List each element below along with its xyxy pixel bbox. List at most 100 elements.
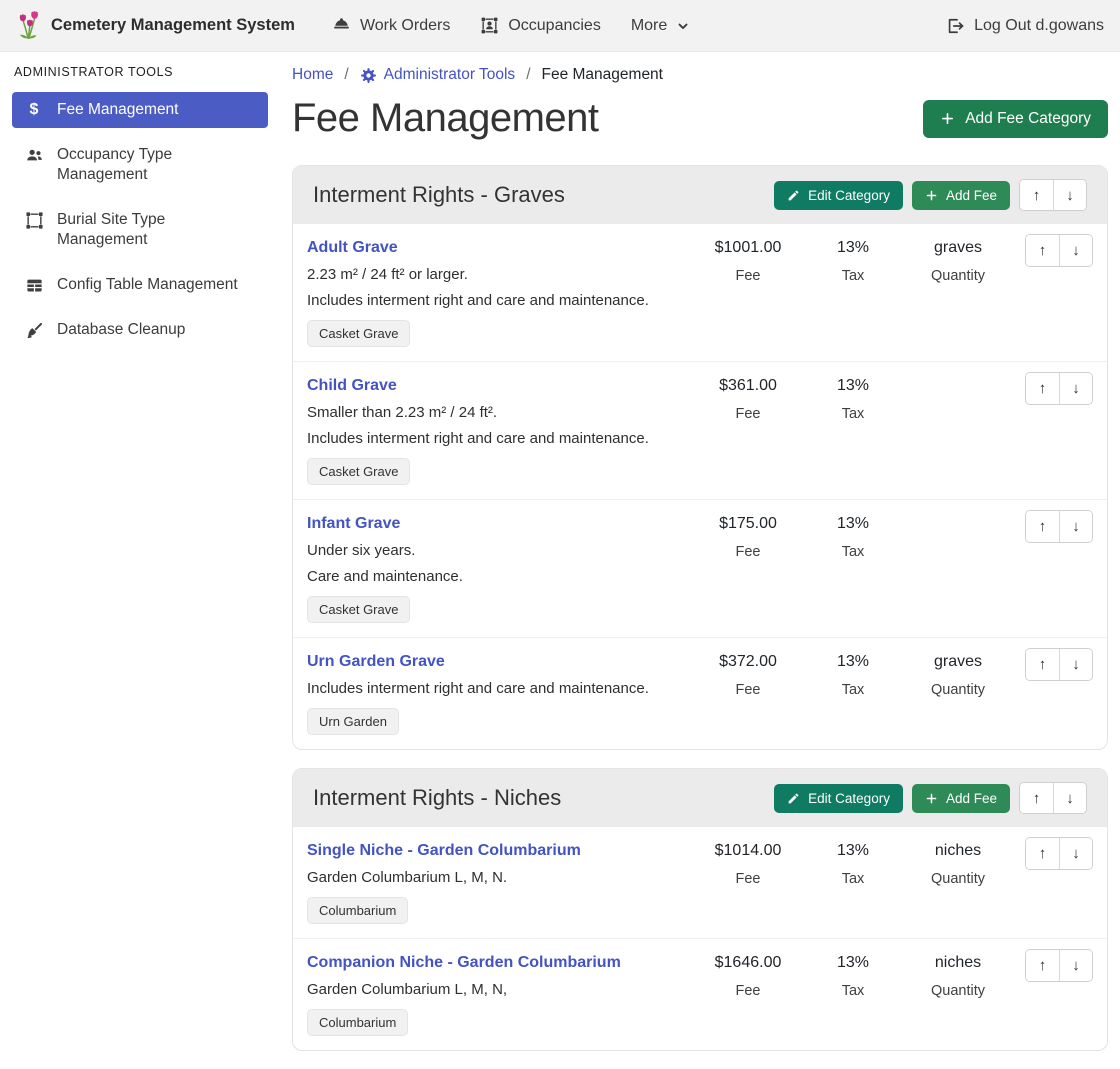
move-category-up-button[interactable]: ↑	[1020, 783, 1053, 813]
brand[interactable]: Cemetery Management System	[16, 11, 295, 41]
tax-value: 13%	[818, 515, 888, 533]
logout-link[interactable]: Log Out d.gowans	[945, 16, 1104, 36]
fee-description: Includes interment right and care and ma…	[307, 430, 682, 447]
broom-icon	[24, 321, 44, 340]
nav-item-more[interactable]: More	[631, 17, 690, 35]
fee-category-card: Interment Rights - Graves Edit Category	[292, 165, 1108, 750]
logout-icon	[945, 16, 965, 36]
sidebar-item-burial-site-type-management[interactable]: Burial Site Type Management	[12, 202, 268, 258]
move-fee-up-button[interactable]: ↑	[1026, 511, 1059, 542]
move-category-down-button[interactable]: ↓	[1053, 783, 1086, 813]
tax-value: 13%	[818, 239, 888, 257]
fee-type-badge: Casket Grave	[307, 596, 410, 623]
sidebar-item-label: Database Cleanup	[57, 320, 185, 340]
sidebar-item-label: Occupancy Type Management	[57, 145, 256, 185]
move-category-down-button[interactable]: ↓	[1053, 180, 1086, 210]
nav-item-occupancies[interactable]: Occupancies	[480, 16, 601, 35]
fee-description: Care and maintenance.	[307, 568, 682, 585]
move-fee-down-button[interactable]: ↓	[1059, 373, 1092, 404]
arrow-down-icon: ↓	[1066, 790, 1074, 807]
nav-item-label: Occupancies	[508, 17, 601, 35]
fee-description: Smaller than 2.23 m² / 24 ft².	[307, 404, 682, 421]
fee-description: Under six years.	[307, 542, 682, 559]
fee-reorder-group: ↑ ↓	[1025, 837, 1093, 870]
fee-name-link[interactable]: Companion Niche - Garden Columbarium	[307, 954, 621, 972]
move-fee-down-button[interactable]: ↓	[1059, 838, 1092, 869]
fee-amount-label: Fee	[688, 544, 808, 560]
breadcrumb-admin-tools-link[interactable]: Administrator Tools	[360, 66, 516, 84]
add-fee-category-button[interactable]: Add Fee Category	[923, 100, 1108, 138]
arrow-up-icon: ↑	[1039, 380, 1047, 397]
move-fee-up-button[interactable]: ↑	[1026, 649, 1059, 680]
fee-reorder-group: ↑ ↓	[1025, 234, 1093, 267]
move-fee-up-button[interactable]: ↑	[1026, 373, 1059, 404]
tax-label: Tax	[818, 871, 888, 887]
plus-icon	[940, 111, 955, 126]
edit-category-label: Edit Category	[808, 188, 890, 203]
sidebar-item-fee-management[interactable]: $ Fee Management	[12, 92, 268, 128]
fee-amount-label: Fee	[688, 406, 808, 422]
fee-name-link[interactable]: Urn Garden Grave	[307, 653, 445, 671]
add-fee-label: Add Fee	[946, 188, 997, 203]
fee-name-link[interactable]: Child Grave	[307, 377, 397, 395]
frame-icon	[24, 211, 44, 230]
move-fee-down-button[interactable]: ↓	[1059, 649, 1092, 680]
move-fee-down-button[interactable]: ↓	[1059, 950, 1092, 981]
edit-category-button[interactable]: Edit Category	[774, 784, 903, 813]
fee-amount-label: Fee	[688, 983, 808, 999]
fee-name-link[interactable]: Adult Grave	[307, 239, 398, 257]
edit-category-button[interactable]: Edit Category	[774, 181, 903, 210]
hard-hat-icon	[332, 16, 351, 35]
fee-amount-label: Fee	[688, 682, 808, 698]
arrow-up-icon: ↑	[1039, 242, 1047, 259]
arrow-down-icon: ↓	[1072, 242, 1080, 259]
fee-amount-column: $372.00 Fee	[688, 653, 808, 698]
add-fee-category-label: Add Fee Category	[965, 110, 1091, 128]
move-category-up-button[interactable]: ↑	[1020, 180, 1053, 210]
move-fee-down-button[interactable]: ↓	[1059, 511, 1092, 542]
tax-value: 13%	[818, 653, 888, 671]
arrow-up-icon: ↑	[1033, 187, 1041, 204]
pencil-icon	[787, 189, 800, 202]
arrow-up-icon: ↑	[1039, 845, 1047, 862]
sidebar-item-database-cleanup[interactable]: Database Cleanup	[12, 312, 268, 348]
add-fee-button[interactable]: Add Fee	[912, 181, 1010, 210]
fee-reorder-group: ↑ ↓	[1025, 372, 1093, 405]
move-fee-down-button[interactable]: ↓	[1059, 235, 1092, 266]
fee-amount-value: $175.00	[688, 515, 808, 533]
fee-type-badge: Urn Garden	[307, 708, 399, 735]
categories: Interment Rights - Graves Edit Category	[292, 165, 1108, 1051]
tax-column: 13% Tax	[818, 653, 888, 698]
nav-item-label: More	[631, 17, 667, 35]
main-content: Home / Administrator Tool	[280, 52, 1120, 1069]
fee-description: Includes interment right and care and ma…	[307, 680, 682, 697]
category-header: Interment Rights - Niches Edit Category	[293, 769, 1107, 827]
quantity-value: graves	[903, 239, 1013, 257]
page-title: Fee Management	[292, 96, 599, 141]
occupancy-frame-icon	[480, 16, 499, 35]
breadcrumb-home-link[interactable]: Home	[292, 66, 333, 84]
fee-amount-column: $1014.00 Fee	[688, 842, 808, 887]
arrow-down-icon: ↓	[1072, 656, 1080, 673]
fee-reorder-group: ↑ ↓	[1025, 510, 1093, 543]
fee-name-link[interactable]: Single Niche - Garden Columbarium	[307, 842, 581, 860]
sidebar-item-occupancy-type-management[interactable]: Occupancy Type Management	[12, 137, 268, 193]
nav-item-work-orders[interactable]: Work Orders	[332, 16, 450, 35]
move-fee-up-button[interactable]: ↑	[1026, 950, 1059, 981]
quantity-column: niches Quantity	[903, 842, 1013, 887]
fee-name-link[interactable]: Infant Grave	[307, 515, 400, 533]
move-fee-up-button[interactable]: ↑	[1026, 235, 1059, 266]
arrow-up-icon: ↑	[1039, 656, 1047, 673]
fee-type-badge: Casket Grave	[307, 458, 410, 485]
fee-amount-value: $361.00	[688, 377, 808, 395]
move-fee-up-button[interactable]: ↑	[1026, 838, 1059, 869]
quantity-label: Quantity	[903, 871, 1013, 887]
tax-column: 13% Tax	[818, 239, 888, 284]
add-fee-button[interactable]: Add Fee	[912, 784, 1010, 813]
fee-category-card: Interment Rights - Niches Edit Category	[292, 768, 1108, 1051]
sidebar-header: ADMINISTRATOR TOOLS	[14, 65, 266, 79]
fee-amount-label: Fee	[688, 268, 808, 284]
sidebar-item-config-table-management[interactable]: Config Table Management	[12, 267, 268, 303]
plus-icon	[925, 792, 938, 805]
fee-row: Companion Niche - Garden Columbarium Gar…	[293, 939, 1107, 1050]
